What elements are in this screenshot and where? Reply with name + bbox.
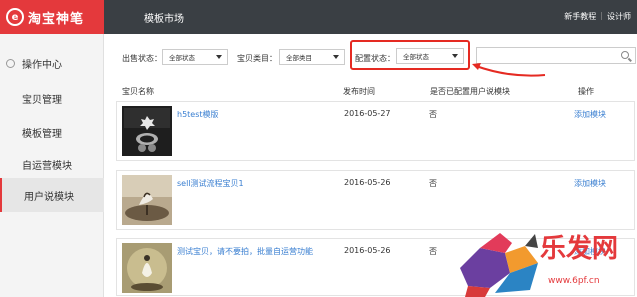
sidebar-item-label: 宝贝管理: [22, 94, 62, 106]
logo-text: 淘宝神笔: [28, 11, 85, 27]
top-links: 新手教程 | 设计师: [564, 11, 631, 22]
chevron-down-icon: [216, 55, 222, 59]
sidebar-item-user-reviews[interactable]: 用户说模块: [0, 178, 104, 212]
product-name-link[interactable]: h5test模版: [177, 109, 219, 120]
logo[interactable]: e 淘宝神笔: [0, 0, 104, 34]
sidebar-item-self-operation[interactable]: 自运营模块: [0, 147, 104, 181]
column-header-date: 发布时间: [343, 87, 375, 96]
logo-icon: e: [6, 8, 24, 26]
table-row: h5test模版 2016-05-27 否 添加模块: [116, 101, 635, 161]
add-module-button[interactable]: 添加模块: [574, 109, 606, 120]
product-thumbnail[interactable]: [122, 243, 172, 293]
category-value: 全部类目: [286, 54, 312, 62]
product-thumbnail[interactable]: [122, 106, 172, 156]
chevron-down-icon: [333, 55, 339, 59]
sale-status-label: 出售状态：: [122, 54, 162, 63]
add-module-button[interactable]: 添加模块: [574, 178, 606, 189]
product-name-link[interactable]: sell测试流程宝贝1: [177, 178, 244, 189]
sale-status-select[interactable]: 全部状态: [162, 49, 228, 65]
tutorial-link[interactable]: 新手教程: [564, 11, 596, 22]
sidebar-item-product-management[interactable]: 宝贝管理: [0, 81, 104, 115]
designer-link[interactable]: 设计师: [607, 11, 631, 22]
configured-status: 否: [429, 179, 437, 188]
product-name-link[interactable]: 测试宝贝，请不要拍，批量自运营功能: [177, 246, 313, 257]
publish-date: 2016-05-27: [344, 109, 391, 118]
sale-status-value: 全部状态: [169, 54, 195, 62]
sidebar-item-template-management[interactable]: 模板管理: [0, 115, 104, 149]
sidebar-item-label: 自运营模块: [22, 160, 72, 172]
circle-icon: [6, 58, 15, 68]
top-bar: e 淘宝神笔 模板市场 新手教程 | 设计师: [0, 0, 637, 34]
category-label: 宝贝类目：: [237, 54, 277, 63]
column-header-name: 宝贝名称: [122, 87, 154, 96]
configured-status: 否: [429, 110, 437, 119]
sidebar-item-label: 模板管理: [22, 128, 62, 140]
sidebar-item-operation-center[interactable]: 操作中心: [0, 46, 104, 80]
page-title[interactable]: 模板市场: [144, 10, 184, 25]
search-input[interactable]: [476, 47, 636, 64]
sidebar-item-label: 用户说模块: [24, 191, 74, 203]
publish-date: 2016-05-26: [344, 246, 391, 255]
watermark-text: 乐发网: [540, 234, 619, 264]
table-row: sell测试流程宝贝1 2016-05-26 否 添加模块: [116, 170, 635, 230]
link-separator: |: [600, 11, 603, 20]
search-icon[interactable]: [621, 51, 629, 59]
configured-status: 否: [429, 247, 437, 256]
sidebar-item-label: 操作中心: [22, 59, 62, 71]
sidebar: 操作中心 宝贝管理 模板管理 自运营模块 用户说模块: [0, 34, 104, 297]
column-header-action: 操作: [578, 87, 594, 96]
category-select[interactable]: 全部类目: [279, 49, 345, 65]
publish-date: 2016-05-26: [344, 178, 391, 187]
highlight-box: [350, 40, 470, 70]
column-header-configured: 是否已配置用户说模块: [430, 87, 510, 96]
watermark-url: www.6pf.cn: [548, 276, 600, 286]
product-thumbnail[interactable]: [122, 175, 172, 225]
